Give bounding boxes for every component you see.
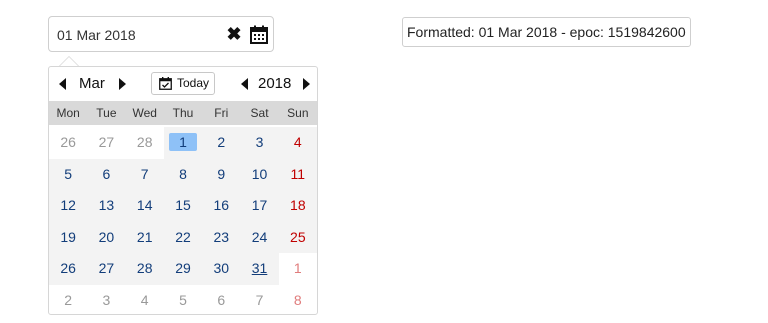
week-row: 5 6 7 8 9 10 11 — [49, 158, 317, 190]
day-cell[interactable]: 27 — [87, 127, 125, 159]
date-input[interactable]: 01 Mar 2018 ✖ — [48, 16, 274, 52]
day-cell[interactable]: 15 — [163, 190, 203, 222]
day-cell[interactable]: 8 — [279, 285, 317, 317]
month-label[interactable]: Mar — [79, 75, 105, 92]
weekday-header: Mon Tue Wed Thu Fri Sat Sun — [49, 101, 317, 125]
week-row: 12 13 14 15 16 17 18 — [49, 190, 317, 222]
week-row: 2 3 4 5 6 7 8 — [49, 285, 317, 317]
day-cell[interactable]: 25 — [278, 221, 317, 253]
year-label[interactable]: 2018 — [258, 75, 291, 92]
day-cell[interactable]: 6 — [87, 158, 126, 190]
day-cell[interactable]: 7 — [125, 158, 164, 190]
day-cell[interactable]: 21 — [125, 221, 164, 253]
day-cell[interactable]: 29 — [163, 253, 203, 285]
day-cell[interactable]: 10 — [240, 158, 279, 190]
day-cell[interactable]: 30 — [202, 253, 241, 285]
day-cell[interactable]: 4 — [278, 127, 317, 159]
day-cell[interactable]: 4 — [126, 285, 164, 317]
weekday-label: Tue — [96, 106, 117, 120]
weekday-label: Sat — [250, 106, 269, 120]
weekday-label: Thu — [172, 106, 194, 120]
week-row: 26 27 28 1 2 3 4 — [49, 127, 317, 159]
day-cell[interactable]: 17 — [240, 190, 279, 222]
day-cell[interactable]: 3 — [240, 127, 279, 159]
close-icon[interactable]: ✖ — [225, 24, 243, 44]
day-cell[interactable]: 18 — [278, 190, 317, 222]
day-cell[interactable]: 26 — [49, 127, 87, 159]
day-cell[interactable]: 19 — [49, 221, 88, 253]
day-cell[interactable]: 26 — [49, 253, 88, 285]
day-cell[interactable]: 5 — [49, 158, 88, 190]
day-cell[interactable]: 24 — [240, 221, 279, 253]
day-cell[interactable]: 28 — [126, 127, 164, 159]
today-label: Today — [177, 76, 210, 90]
next-year-icon[interactable] — [303, 78, 310, 90]
day-cell[interactable]: 12 — [49, 190, 88, 222]
popup-pointer — [59, 56, 79, 66]
day-cell[interactable]: 31 — [240, 253, 279, 285]
calendar-icon[interactable] — [250, 25, 268, 45]
today-button[interactable]: Today — [151, 72, 215, 95]
day-cell[interactable]: 14 — [125, 190, 164, 222]
datepicker-popup: Mar Today 2018 Mon Tue Wed Thu Fri Sat S… — [48, 66, 318, 315]
day-cell[interactable]: 8 — [163, 158, 203, 190]
prev-month-icon[interactable] — [59, 78, 66, 90]
day-cell[interactable]: 27 — [87, 253, 126, 285]
day-cell[interactable]: 5 — [164, 285, 202, 317]
prev-year-icon[interactable] — [241, 78, 248, 90]
day-cell[interactable]: 9 — [202, 158, 241, 190]
weekday-label: Mon — [56, 106, 80, 120]
day-cell[interactable]: 23 — [202, 221, 241, 253]
day-cell[interactable]: 11 — [278, 158, 317, 190]
day-cell[interactable]: 16 — [202, 190, 241, 222]
day-grid: 26 27 28 1 2 3 4 5 6 7 8 9 10 11 12 13 1… — [49, 127, 317, 316]
day-cell[interactable]: 28 — [125, 253, 164, 285]
day-cell[interactable]: 7 — [240, 285, 278, 317]
weekday-label: Sun — [287, 106, 309, 120]
week-row: 19 20 21 22 23 24 25 — [49, 221, 317, 253]
calendar-nav: Mar Today 2018 — [49, 67, 319, 101]
day-cell[interactable]: 2 — [202, 127, 241, 159]
week-row: 26 27 28 29 30 31 1 — [49, 253, 317, 285]
day-cell[interactable]: 22 — [163, 221, 203, 253]
day-cell[interactable]: 3 — [87, 285, 125, 317]
day-cell[interactable]: 13 — [87, 190, 126, 222]
day-cell[interactable]: 1 — [278, 253, 317, 285]
day-cell[interactable]: 2 — [49, 285, 87, 317]
formatted-output: Formatted: 01 Mar 2018 - epoc: 151984260… — [402, 17, 691, 47]
weekday-label: Fri — [214, 106, 229, 120]
day-cell[interactable]: 6 — [202, 285, 240, 317]
next-month-icon[interactable] — [119, 78, 126, 90]
calendar-check-icon — [159, 77, 172, 90]
day-cell[interactable]: 20 — [87, 221, 126, 253]
weekday-label: Wed — [132, 106, 157, 120]
date-input-value[interactable]: 01 Mar 2018 — [57, 27, 136, 43]
day-cell-selected[interactable]: 1 — [163, 127, 203, 159]
